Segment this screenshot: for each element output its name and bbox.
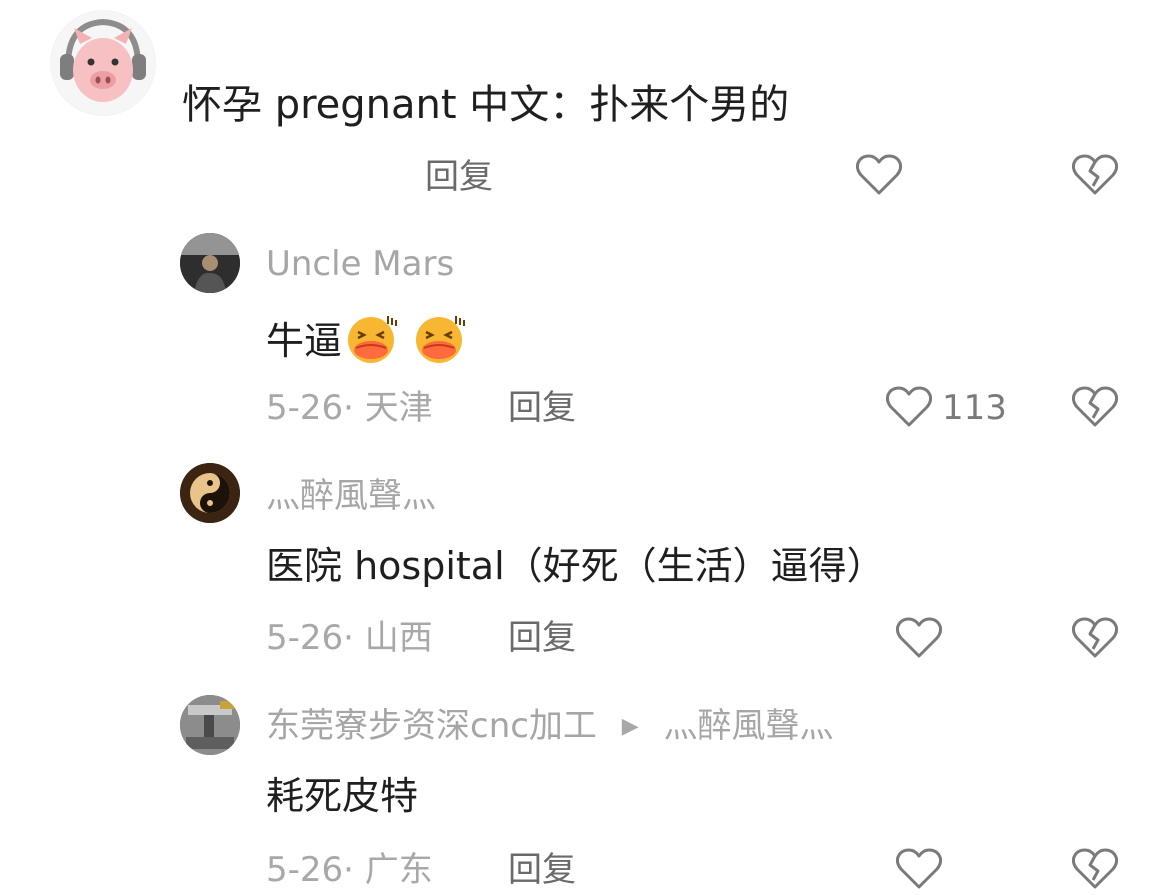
reply-location: · 广东 [343,850,433,890]
reply-content: 牛逼 [266,312,468,375]
comment-text: 怀孕 pregnant 中文：扑来个男的 [182,82,790,128]
reply-date: 5-26 [266,850,344,890]
reply-header: 东莞寮步资深cnc加工 ▶ 灬醉風聲灬 [266,706,833,751]
yin-yang-icon [180,463,240,523]
reply-meta: 5-26· 天津 [266,388,433,428]
pig-avatar-icon [51,11,155,115]
person-photo-icon [180,233,240,293]
laughing-emoji-icon [342,312,400,375]
reply-button[interactable]: 回复 [508,850,576,890]
broken-heart-icon[interactable] [1072,385,1118,429]
laughing-emoji-icon [410,312,468,375]
reply-meta: 5-26· 山西 [266,618,433,658]
reply-meta: 5-26· 广东 [266,850,433,890]
avatar-pig[interactable] [50,10,156,116]
broken-heart-icon[interactable] [1072,847,1118,891]
username[interactable]: Uncle Mars [266,244,454,284]
heart-outline-icon[interactable] [886,385,932,429]
reply-to-username[interactable]: 灬醉風聲灬 [663,706,833,746]
broken-heart-icon[interactable] [1072,153,1118,197]
heart-outline-icon[interactable] [896,847,942,891]
reply-button[interactable]: 回复 [508,388,576,428]
reply-location: · 山西 [343,618,433,658]
machine-photo-icon [180,695,240,755]
reply-text: 医院 hospital（好死（生活）逼得） [266,544,885,588]
heart-outline-icon[interactable] [896,616,942,660]
reply-text: 牛逼 [266,319,343,363]
reply-location: · 天津 [343,388,433,428]
avatar-yin-yang[interactable] [180,463,240,523]
like-count: 113 [942,388,1007,428]
reply-text: 耗死皮特 [266,774,419,818]
avatar-uncle-mars[interactable] [180,233,240,293]
heart-outline-icon[interactable] [856,153,902,197]
reply-button[interactable]: 回复 [508,618,576,658]
username[interactable]: 灬醉風聲灬 [266,476,436,516]
triangle-right-icon: ▶ [621,714,639,739]
avatar-machine[interactable] [180,695,240,755]
reply-button[interactable]: 回复 [425,157,493,197]
broken-heart-icon[interactable] [1072,616,1118,660]
reply-date: 5-26 [266,388,344,428]
reply-date: 5-26 [266,618,344,658]
username[interactable]: 东莞寮步资深cnc加工 [266,706,597,746]
